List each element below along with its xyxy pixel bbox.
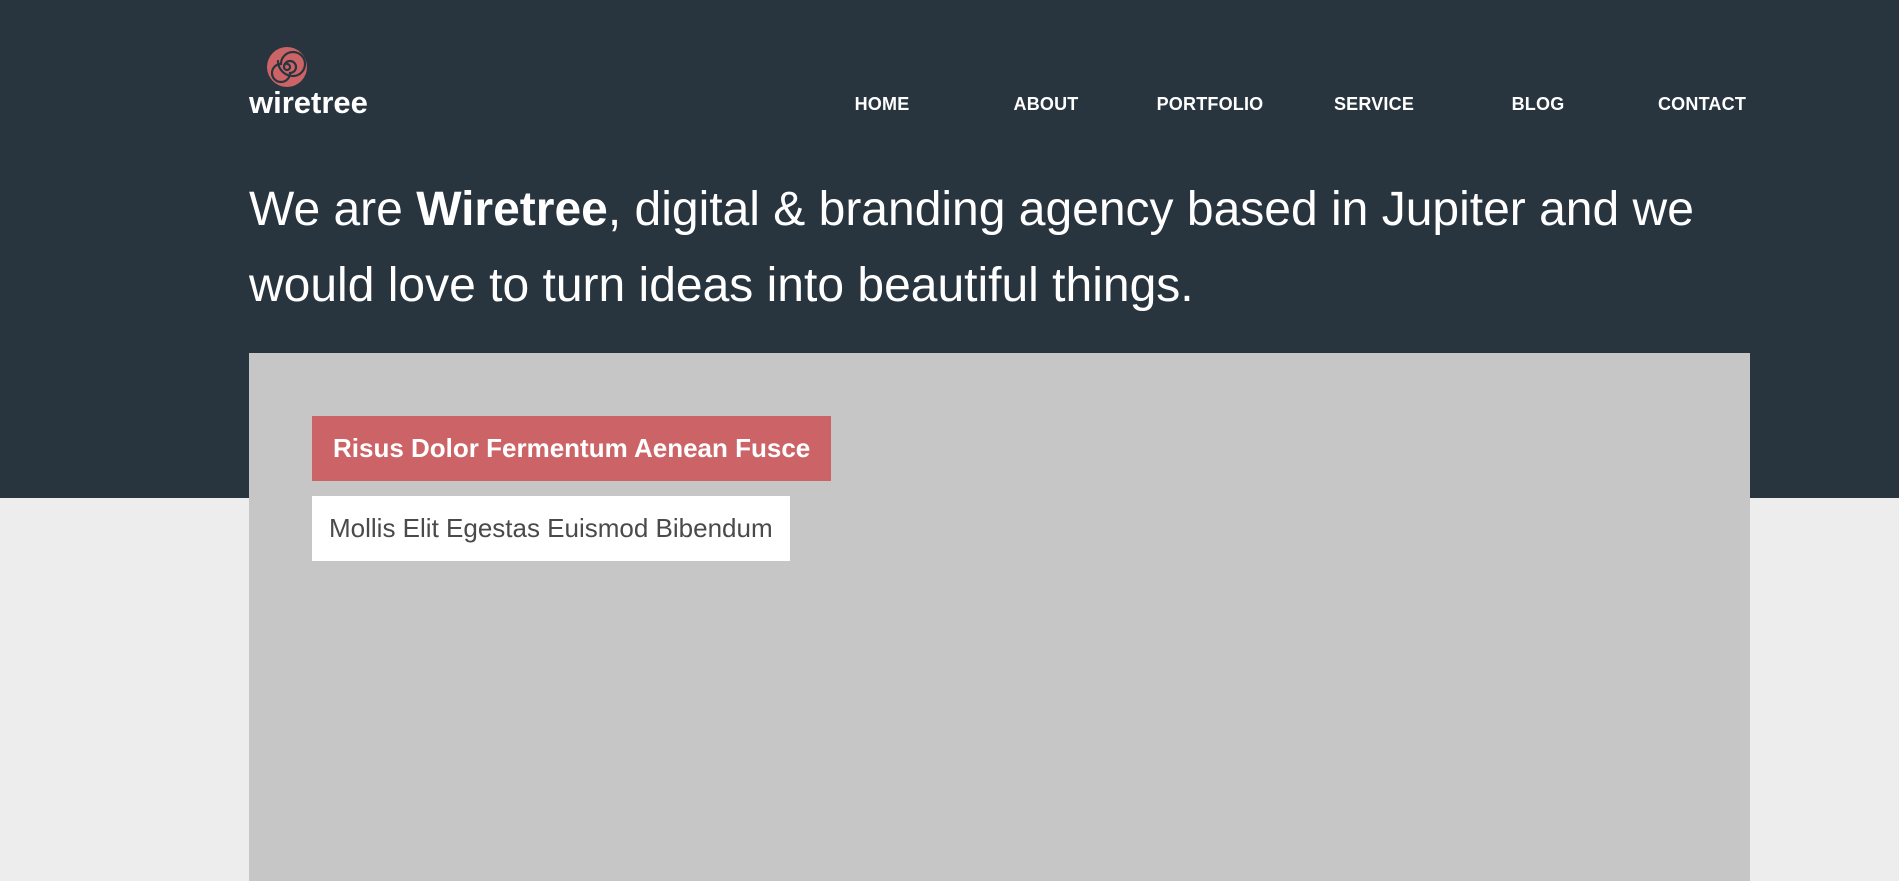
nav-home[interactable]: HOME — [800, 92, 964, 116]
nav-portfolio[interactable]: PORTFOLIO — [1128, 92, 1292, 116]
hero-statement: We are Wiretree, digital & branding agen… — [249, 172, 1709, 324]
main-nav: HOME ABOUT PORTFOLIO SERVICE BLOG CONTAC… — [800, 92, 1760, 116]
nav-contact[interactable]: CONTACT — [1620, 92, 1784, 116]
feature-subtitle: Mollis Elit Egestas Euismod Bibendum — [312, 496, 790, 561]
hero-prefix: We are — [249, 183, 417, 236]
spiral-logo-icon: wiretree — [249, 47, 368, 118]
brand-wordmark: wiretree — [249, 85, 368, 118]
hero-brand: Wiretree — [416, 183, 608, 236]
feature-panel: Risus Dolor Fermentum Aenean Fusce Molli… — [249, 353, 1750, 881]
nav-service[interactable]: SERVICE — [1292, 92, 1456, 116]
feature-title: Risus Dolor Fermentum Aenean Fusce — [312, 416, 832, 481]
brand-logo[interactable]: wiretree — [249, 46, 399, 118]
nav-about[interactable]: ABOUT — [964, 92, 1128, 116]
nav-blog[interactable]: BLOG — [1456, 92, 1620, 116]
